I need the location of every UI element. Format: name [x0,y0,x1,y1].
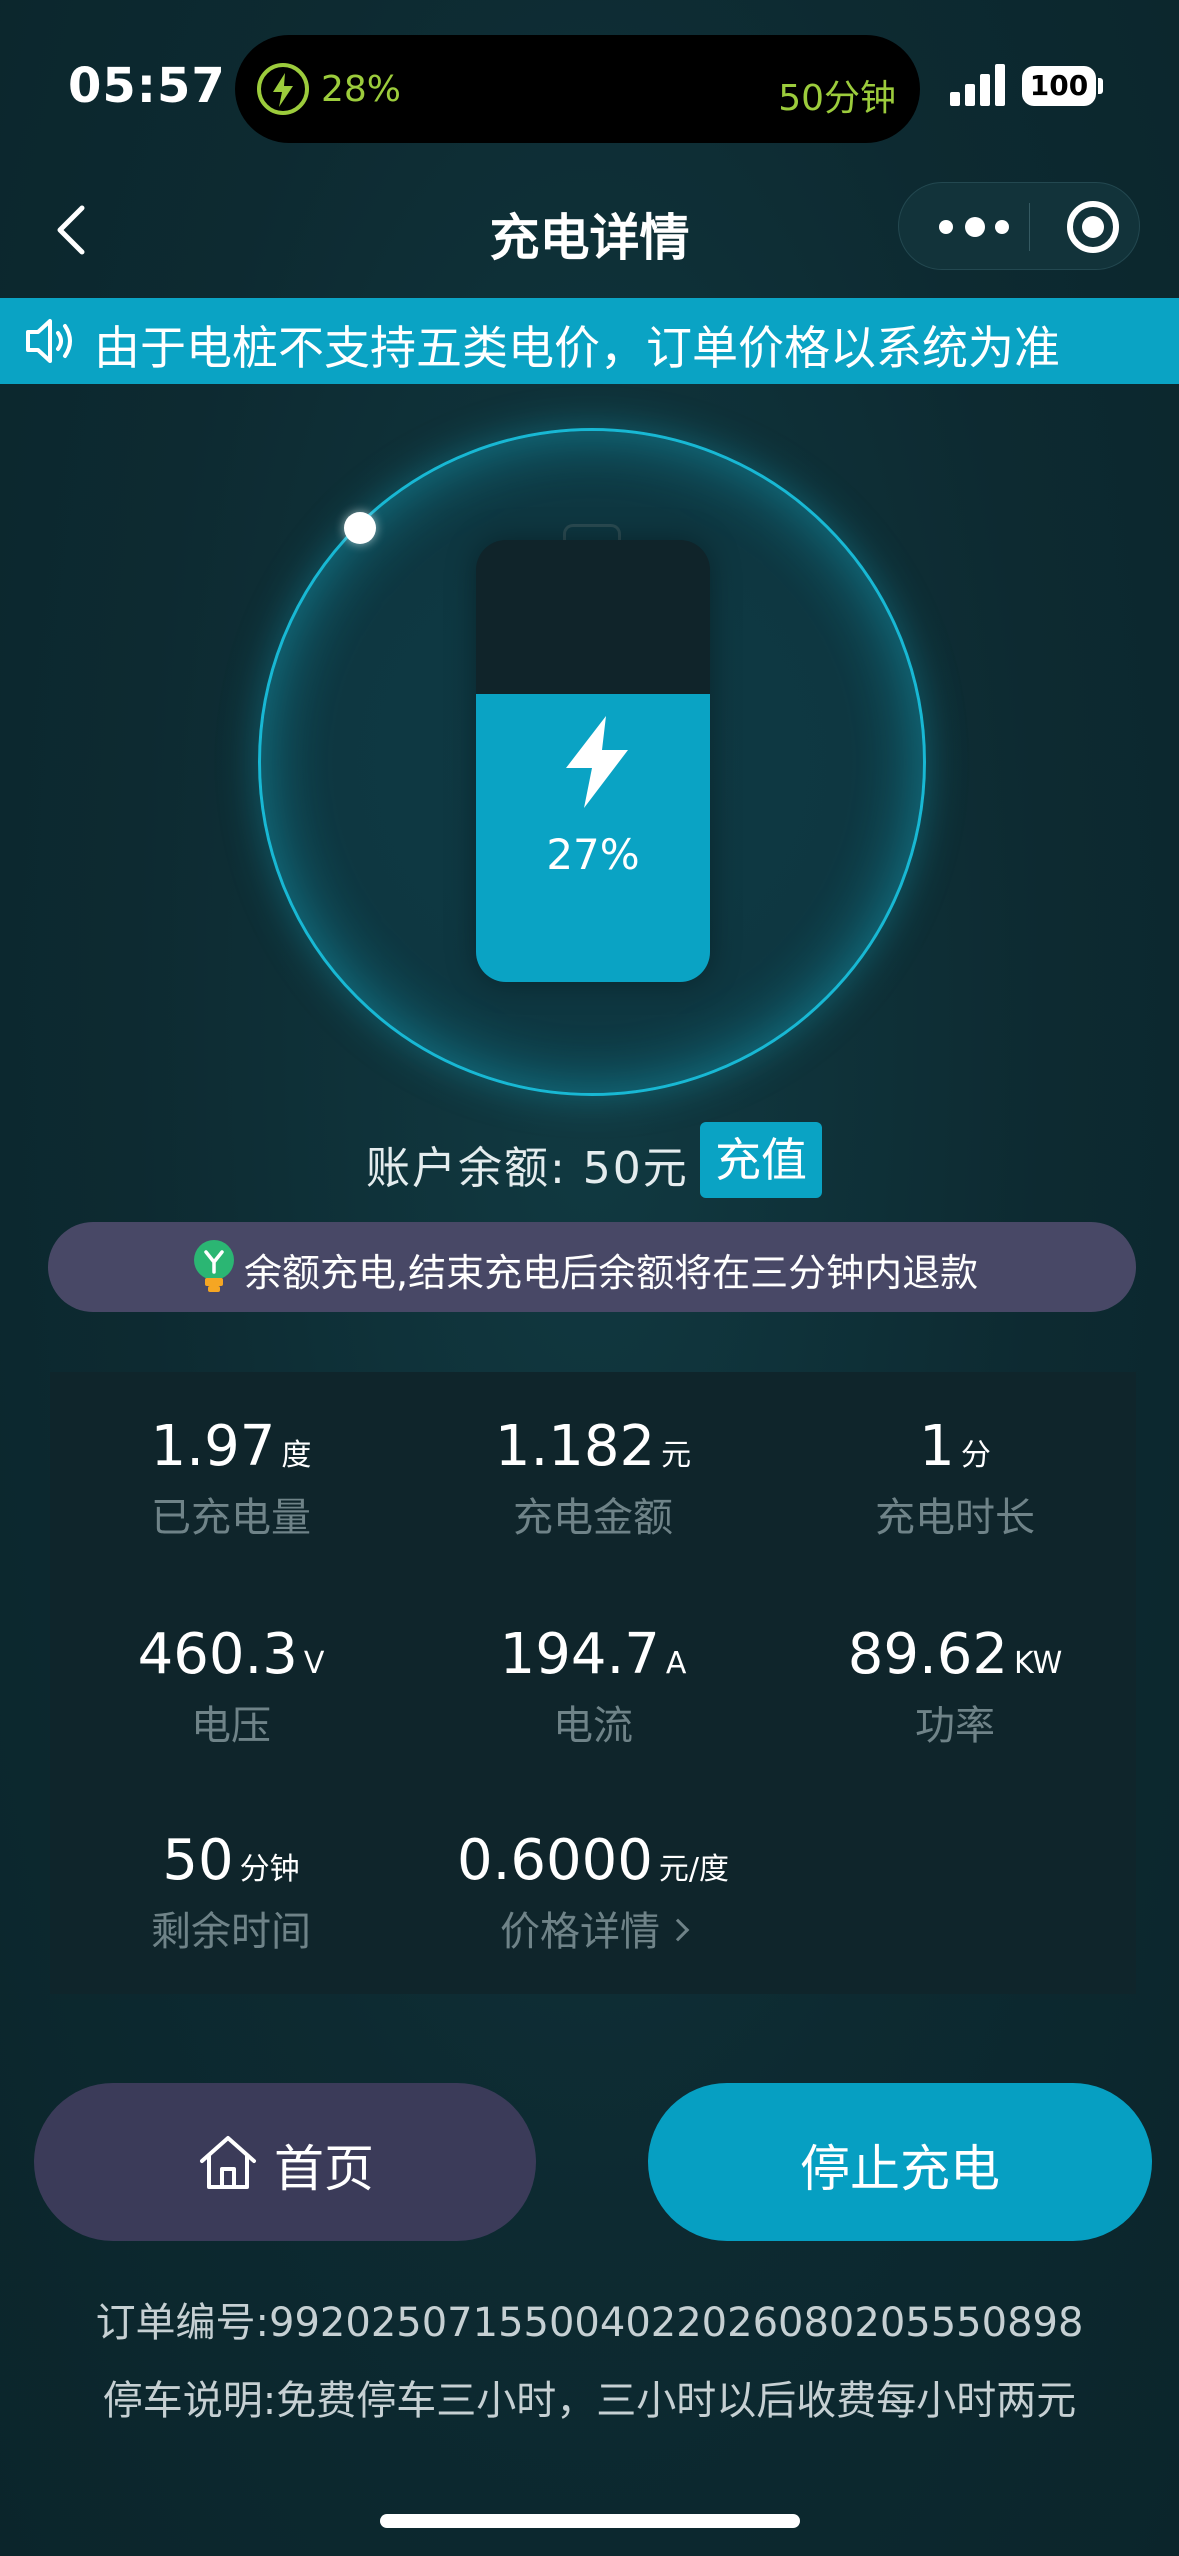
stat-unit: 分钟 [239,1852,300,1887]
stat-unit: KW [1014,1646,1063,1681]
island-remaining-time: 50分钟 [778,78,896,119]
refund-tip: 余额充电,结束充电后余额将在三分钟内退款 [48,1222,1136,1312]
stat-label: 电流 [553,1703,633,1749]
price-details-link[interactable]: 0.6000 元/度 价格详情 [412,1828,774,1957]
stat-value: 194.7 [499,1622,660,1687]
more-button[interactable] [939,209,1019,245]
stat-value: 1 [919,1414,955,1479]
stat-label: 充电金额 [513,1495,673,1541]
stat-unit: V [303,1646,325,1681]
home-icon [200,2136,256,2189]
dynamic-island[interactable]: 28% 50分钟 [235,35,920,143]
battery-percent: 27% [546,830,640,879]
stat-label: 功率 [915,1703,995,1749]
home-button-label: 首页 [274,2140,374,2198]
more-dots-icon [939,220,953,234]
chevron-right-icon [666,1918,690,1942]
stat-value: 1.182 [494,1414,656,1479]
stat-current: 194.7 A 电流 [412,1622,774,1751]
progress-indicator-dot [344,512,376,544]
home-button[interactable]: 首页 [34,2083,536,2241]
tip-text: 余额充电,结束充电后余额将在三分钟内退款 [244,1251,979,1295]
notice-text: 由于电桩不支持五类电价，订单价格以系统为准 [94,321,1060,375]
stat-unit: 分 [960,1438,991,1473]
stat-unit: 度 [281,1438,312,1473]
stat-value: 89.62 [847,1622,1009,1687]
balance-label: 账户余额: 50元 [366,1143,689,1194]
stat-label: 剩余时间 [151,1909,311,1955]
charging-bolt-icon [257,63,309,115]
stat-energy: 1.97 度 已充电量 [50,1414,412,1543]
stat-value: 460.3 [137,1622,298,1687]
mini-program-capsule [898,182,1140,270]
clock: 05:57 [68,58,226,114]
close-mini-program-button[interactable] [1067,201,1119,253]
stat-label: 充电时长 [875,1495,1035,1541]
lightning-bolt-icon [566,716,628,808]
stat-unit: A [665,1646,687,1681]
island-battery-percent: 28% [321,69,402,110]
account-balance: 账户余额: 50元 充值 [0,1122,1179,1198]
speaker-icon [26,319,72,363]
stat-value: 0.6000 [456,1828,653,1893]
stat-voltage: 460.3 V 电压 [50,1622,412,1751]
stat-duration: 1分 充电时长 [774,1414,1136,1543]
order-number: 订单编号:99202507155004022026080205550898 [95,2300,1084,2346]
charging-stats-panel: 1.97 度 已充电量 1.182 元 充电金额 1分 充电时长 460.3 V 电压… [50,1372,1136,1994]
stat-label: 价格详情 [500,1909,660,1955]
stat-value: 50 [162,1828,234,1893]
stop-charging-button[interactable]: 停止充电 [648,2083,1152,2241]
navigation-bar: 充电详情 [0,170,1179,290]
stat-label: 电压 [191,1703,271,1749]
stat-remaining-time: 50 分钟 剩余时间 [50,1828,412,1957]
status-bar: 05:57 28% 50分钟 100 [0,0,1179,170]
notice-banner: 由于电桩不支持五类电价，订单价格以系统为准 [0,298,1179,384]
capsule-divider [1029,203,1030,251]
stat-power: 89.62 KW 功率 [774,1622,1136,1751]
stop-charging-label: 停止充电 [800,2140,1000,2198]
recharge-button[interactable]: 充值 [700,1122,822,1198]
stat-unit: 元/度 [658,1852,730,1887]
battery-icon: 100 [1022,66,1096,106]
home-indicator[interactable] [380,2514,800,2528]
stat-label: 已充电量 [151,1495,311,1541]
cellular-signal-icon [950,62,1006,106]
parking-note: 停车说明:免费停车三小时，三小时以后收费每小时两元 [102,2378,1077,2424]
charging-detail-page: 05:57 28% 50分钟 100 充电详情 由于电桩不支持五类电价，订单价格… [0,0,1179,2556]
stat-amount: 1.182 元 充电金额 [412,1414,774,1543]
lightbulb-icon [194,1240,234,1292]
stat-unit: 元 [661,1438,692,1473]
battery-cap-icon [1098,78,1103,94]
stat-value: 1.97 [150,1414,276,1479]
